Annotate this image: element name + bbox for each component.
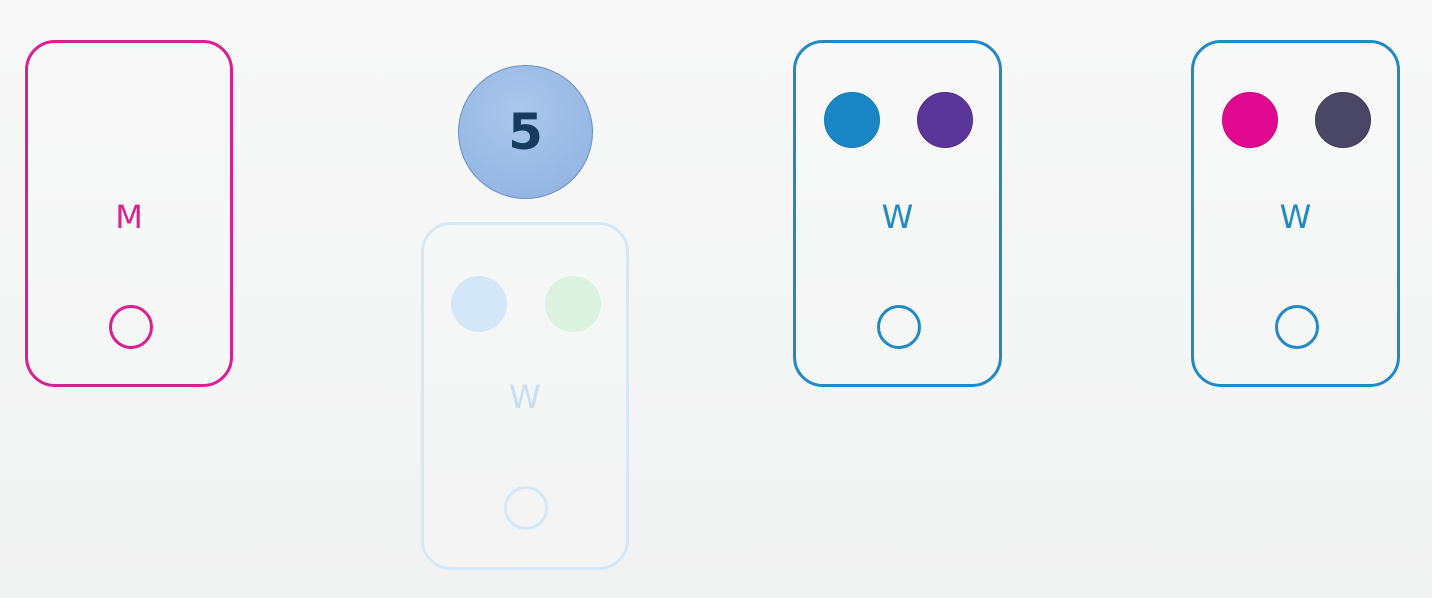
worker-node-1-port-icon: [877, 305, 921, 349]
worker-node-2-label: W: [1279, 198, 1312, 236]
pod-icon-blue: [824, 92, 880, 148]
worker-node-2: W: [1191, 40, 1400, 387]
pod-icon-1: [451, 276, 507, 332]
master-node: M: [25, 40, 233, 387]
pod-icon-slate: [1315, 92, 1371, 148]
pod-icon-magenta: [1222, 92, 1278, 148]
master-node-port-icon: [109, 305, 153, 349]
worker-node-1: W: [793, 40, 1002, 387]
new-worker-node: W: [421, 222, 629, 570]
pod-icon-2: [545, 276, 601, 332]
worker-node-2-port-icon: [1275, 305, 1319, 349]
master-node-label: M: [115, 198, 143, 236]
new-worker-node-label: W: [509, 378, 541, 416]
worker-node-1-label: W: [881, 198, 914, 236]
step-number-badge: 5: [458, 65, 593, 199]
pod-icon-purple: [917, 92, 973, 148]
new-worker-node-port-icon: [504, 486, 548, 530]
